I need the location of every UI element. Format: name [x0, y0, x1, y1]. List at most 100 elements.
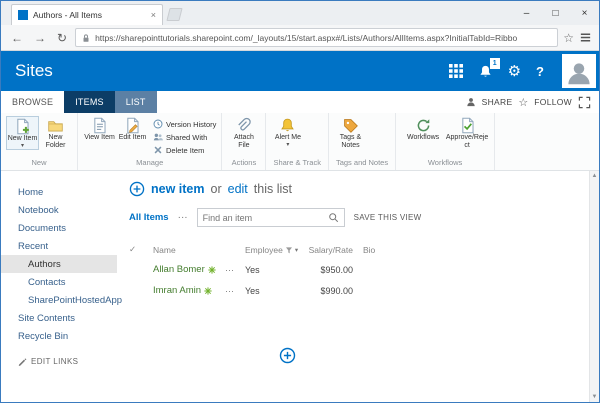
sidebar-item-label: Contacts	[28, 277, 66, 288]
sidebar-item-label: SharePointHostedApp	[28, 295, 122, 306]
column-header-salary[interactable]: Salary/Rate	[301, 245, 363, 255]
bookmark-star-icon[interactable]: ☆	[563, 31, 574, 45]
table-row[interactable]: Allan Bomer ··· Yes $950.00	[129, 259, 579, 280]
refresh-icon[interactable]: ↻	[54, 31, 70, 45]
share-button[interactable]: SHARE	[482, 97, 513, 107]
select-all-checkmark[interactable]: ✓	[129, 244, 153, 255]
sidebar-item-recent[interactable]: Recent	[1, 237, 117, 255]
new-folder-button[interactable]: New Folder	[39, 116, 72, 151]
group-label-actions: Actions	[227, 157, 260, 170]
item-link[interactable]: Imran Amin	[153, 285, 201, 296]
approve-reject-label: Approve/Reject	[445, 134, 489, 151]
new-item-link[interactable]: new item	[151, 182, 205, 196]
shared-with-button[interactable]: Shared With	[153, 132, 216, 142]
filter-funnel-icon	[285, 246, 293, 254]
tab-items[interactable]: ITEMS	[64, 91, 115, 113]
sidebar-item-documents[interactable]: Documents	[1, 219, 117, 237]
url-field[interactable]: https://sharepointtutorials.sharepoint.c…	[75, 28, 558, 47]
new-item-button[interactable]: New Item ▾	[6, 116, 39, 150]
app-launcher-grid-icon[interactable]	[449, 64, 463, 78]
add-item-button[interactable]	[279, 347, 296, 364]
sidebar-item-label: Documents	[18, 223, 66, 234]
find-item-searchbox[interactable]	[197, 208, 345, 227]
view-more-menu[interactable]: ···	[178, 212, 188, 223]
salary-cell: $990.00	[301, 286, 363, 296]
forward-icon[interactable]: →	[31, 31, 49, 45]
new-badge-icon	[208, 266, 216, 274]
sidebar-item-site-contents[interactable]: Site Contents	[1, 309, 117, 327]
pencil-icon	[18, 357, 27, 366]
sidebar-item-label: Notebook	[18, 205, 59, 216]
left-navigation: Home Notebook Documents Recent Authors C…	[1, 171, 117, 402]
sidebar-item-notebook[interactable]: Notebook	[1, 201, 117, 219]
sidebar-item-label: Recent	[18, 241, 48, 252]
workflows-button[interactable]: Workflows	[401, 116, 445, 142]
approve-reject-button[interactable]: Approve/Reject	[445, 116, 489, 151]
alert-me-icon	[279, 117, 296, 134]
minimize-button[interactable]: –	[512, 1, 541, 25]
ribbon: New Item ▾ New Folder New View Item Edit…	[1, 113, 599, 171]
sidebar-item-authors[interactable]: Authors	[1, 255, 117, 273]
group-label-workflows: Workflows	[401, 157, 489, 170]
tab-list[interactable]: LIST	[115, 91, 157, 113]
sidebar-item-contacts[interactable]: Contacts	[1, 273, 117, 291]
delete-item-label: Delete Item	[166, 146, 204, 155]
tab-close-icon[interactable]: ×	[151, 10, 156, 20]
edit-list-link[interactable]: edit	[228, 182, 248, 196]
this-list-text: this list	[254, 182, 292, 196]
new-item-row: new item or edit this list	[129, 181, 579, 197]
follow-star-icon: ☆	[518, 96, 528, 109]
alert-me-button[interactable]: Alert Me ▾	[271, 116, 304, 148]
new-tab-button[interactable]	[166, 8, 182, 21]
tags-notes-label: Tags & Notes	[334, 134, 367, 151]
gear-icon[interactable]: ⚙	[508, 62, 521, 80]
tags-notes-button[interactable]: Tags & Notes	[334, 116, 367, 151]
sidebar-item-recycle-bin[interactable]: Recycle Bin	[1, 327, 117, 345]
ribbon-group-new: New Item ▾ New Folder New	[1, 113, 78, 170]
column-header-name[interactable]: Name	[153, 245, 225, 255]
item-menu-ellipsis[interactable]: ···	[225, 265, 245, 275]
browser-tab[interactable]: Authors - All Items ×	[11, 4, 163, 25]
vertical-scrollbar[interactable]: ▲ ▼	[589, 171, 599, 402]
view-selector-all-items[interactable]: All Items	[129, 212, 169, 223]
edit-links-button[interactable]: EDIT LINKS	[1, 357, 117, 366]
table-row[interactable]: Imran Amin ··· Yes $990.00	[129, 280, 579, 301]
maximize-button[interactable]: □	[541, 1, 570, 25]
item-menu-ellipsis[interactable]: ···	[225, 286, 245, 296]
delete-item-button[interactable]: Delete Item	[153, 145, 216, 155]
scroll-up-icon[interactable]: ▲	[592, 173, 598, 179]
sidebar-item-sharepointhostedapp[interactable]: SharePointHostedApp	[1, 291, 117, 309]
version-history-icon	[153, 119, 163, 129]
page-body: Home Notebook Documents Recent Authors C…	[1, 171, 599, 402]
attach-file-button[interactable]: Attach File	[227, 116, 260, 151]
hamburger-menu-icon[interactable]	[579, 31, 592, 44]
focus-mode-icon[interactable]	[578, 96, 591, 109]
notifications-button[interactable]: 1	[478, 64, 493, 79]
item-link[interactable]: Allan Bomer	[153, 264, 205, 275]
help-icon[interactable]: ?	[536, 64, 544, 79]
add-circle-icon	[279, 347, 296, 364]
search-input[interactable]	[203, 213, 325, 223]
sidebar-item-label: Site Contents	[18, 313, 75, 324]
scroll-down-icon[interactable]: ▼	[592, 394, 598, 400]
back-icon[interactable]: ←	[8, 31, 26, 45]
sidebar-item-home[interactable]: Home	[1, 183, 117, 201]
version-history-button[interactable]: Version History	[153, 119, 216, 129]
column-header-employee[interactable]: Employee ▾	[245, 245, 301, 255]
search-icon[interactable]	[328, 212, 339, 223]
view-item-label: View Item	[84, 134, 115, 142]
filter-caret-icon: ▾	[295, 246, 298, 254]
edit-item-button[interactable]: Edit Item	[116, 116, 149, 142]
column-header-bio[interactable]: Bio	[363, 245, 395, 255]
attach-file-label: Attach File	[227, 134, 260, 151]
follow-button[interactable]: FOLLOW	[534, 97, 572, 107]
new-folder-icon	[47, 117, 64, 134]
new-folder-label: New Folder	[39, 134, 72, 151]
close-button[interactable]: ×	[570, 1, 599, 25]
tab-browse[interactable]: BROWSE	[1, 91, 64, 113]
group-label-new: New	[6, 157, 72, 170]
save-this-view-link[interactable]: SAVE THIS VIEW	[354, 213, 422, 222]
view-item-button[interactable]: View Item	[83, 116, 116, 142]
sites-title: Sites	[15, 61, 53, 81]
avatar[interactable]	[562, 54, 596, 88]
